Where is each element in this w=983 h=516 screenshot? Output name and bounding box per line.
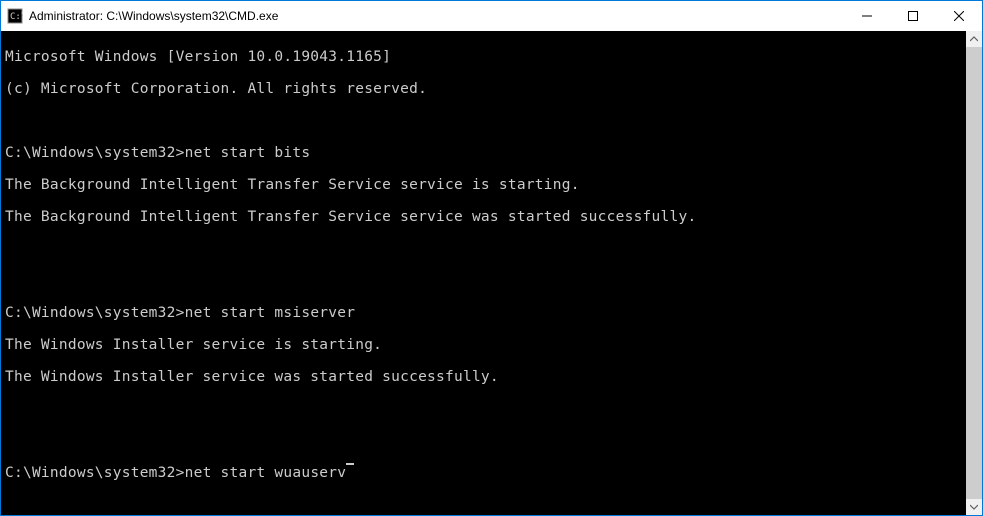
console-line: The Background Intelligent Transfer Serv… [5,209,962,225]
console-blank [5,241,962,257]
console-line: The Windows Installer service is startin… [5,337,962,353]
prompt-path: C:\Windows\system32> [5,145,185,161]
prompt-path: C:\Windows\system32> [5,305,185,321]
scroll-up-button[interactable] [966,31,982,47]
prompt-path: C:\Windows\system32> [5,465,185,481]
maximize-button[interactable] [890,1,936,31]
chevron-up-icon [970,35,978,43]
titlebar[interactable]: C:\ Administrator: C:\Windows\system32\C… [1,1,982,31]
console-output[interactable]: Microsoft Windows [Version 10.0.19043.11… [1,31,966,515]
chevron-down-icon [970,503,978,511]
close-icon [954,11,964,21]
cmd-window: C:\ Administrator: C:\Windows\system32\C… [1,1,982,515]
console-blank [5,433,962,449]
vertical-scrollbar[interactable] [966,31,982,515]
console-blank [5,273,962,289]
minimize-button[interactable] [844,1,890,31]
minimize-icon [862,11,872,21]
console-line: The Windows Installer service was starte… [5,369,962,385]
current-command-text[interactable]: net start wuauserv [185,465,347,481]
console-blank [5,401,962,417]
console-current-prompt: C:\Windows\system32>net start wuauserv [5,465,962,481]
console-wrapper: Microsoft Windows [Version 10.0.19043.11… [1,31,982,515]
cmd-icon: C:\ [7,8,23,24]
console-line: The Background Intelligent Transfer Serv… [5,177,962,193]
console-prompt-line: C:\Windows\system32>net start msiserver [5,305,962,321]
command-text: net start bits [185,145,311,161]
window-title: Administrator: C:\Windows\system32\CMD.e… [29,9,844,23]
console-blank [5,113,962,129]
console-line: (c) Microsoft Corporation. All rights re… [5,81,962,97]
svg-text:C:\: C:\ [10,12,23,22]
console-line: Microsoft Windows [Version 10.0.19043.11… [5,49,962,65]
command-text: net start msiserver [185,305,356,321]
scroll-thumb[interactable] [966,47,982,499]
maximize-icon [908,11,918,21]
console-prompt-line: C:\Windows\system32>net start bits [5,145,962,161]
close-button[interactable] [936,1,982,31]
scroll-track[interactable] [966,47,982,499]
cursor [346,463,354,465]
window-controls [844,1,982,31]
scroll-down-button[interactable] [966,499,982,515]
